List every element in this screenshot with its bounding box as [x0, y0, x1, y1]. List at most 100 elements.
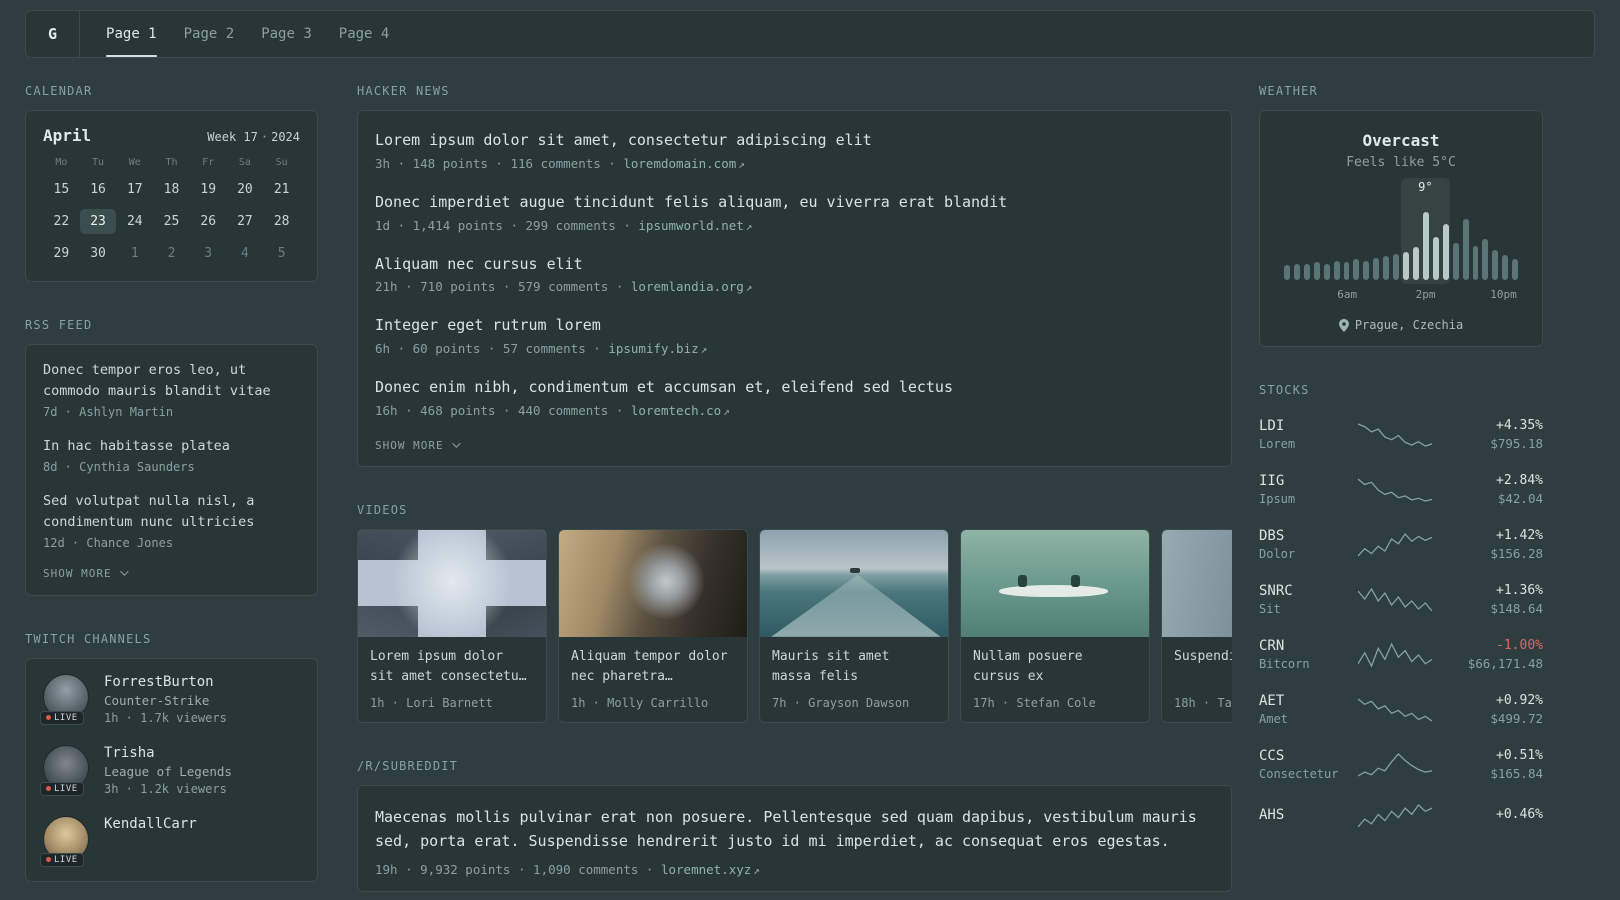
rss-item[interactable]: Donec tempor eros leo, ut commodo mauris…: [43, 360, 300, 419]
stock-row[interactable]: IIG Ipsum +2.84% $42.04: [1259, 462, 1543, 517]
video-card[interactable]: Lorem ipsum dolor sit amet consectetu… 1…: [357, 528, 547, 724]
video-thumbnail[interactable]: [961, 529, 1149, 637]
hn-show-more-button[interactable]: SHOW MORE: [375, 439, 1214, 452]
weather-axis: 6am 2pm 10pm: [1284, 288, 1518, 302]
hn-item-title[interactable]: Integer eget rutrum lorem: [375, 315, 1214, 337]
video-thumbnail[interactable]: [1162, 529, 1232, 637]
video-card[interactable]: Mauris sit amet massa felis 7h · Grayson…: [759, 528, 949, 724]
video-title[interactable]: Suspendisse diam: [1174, 647, 1232, 687]
hn-domain-link[interactable]: loremlandia.org: [631, 279, 744, 294]
twitch-channel-name[interactable]: KendallCarr: [104, 816, 197, 832]
hn-item-title[interactable]: Lorem ipsum dolor sit amet, consectetur …: [375, 130, 1214, 152]
hn-item-meta: 6h · 60 points · 57 comments · ipsumify.…: [375, 341, 1214, 356]
subreddit-post[interactable]: Maecenas mollis pulvinar erat non posuer…: [375, 805, 1214, 877]
rss-show-more-button[interactable]: SHOW MORE: [43, 567, 300, 580]
hn-item-title[interactable]: Donec enim nibh, condimentum et accumsan…: [375, 377, 1214, 399]
subreddit-post-meta: 19h · 9,932 points · 1,090 comments · lo…: [375, 862, 1214, 877]
live-label: LIVE: [54, 712, 78, 723]
twitch-channel-row[interactable]: LIVE KendallCarr: [40, 815, 300, 867]
tab-page-3[interactable]: Page 3: [261, 11, 312, 57]
location-pin-icon: [1338, 318, 1349, 332]
stock-symbol[interactable]: AHS: [1259, 807, 1347, 823]
hn-item-title[interactable]: Donec imperdiet augue tincidunt felis al…: [375, 192, 1214, 214]
stock-row[interactable]: SNRC Sit +1.36% $148.64: [1259, 572, 1543, 627]
stock-row[interactable]: CCS Consectetur +0.51% $165.84: [1259, 737, 1543, 792]
stock-sparkline: [1347, 477, 1443, 503]
twitch-channel-name[interactable]: Trisha: [104, 745, 232, 761]
video-title[interactable]: Nullam posuere cursus ex: [973, 647, 1137, 687]
rss-item[interactable]: Sed volutpat nulla nisl, a condimentum n…: [43, 491, 300, 550]
hacker-news-widget: HACKER NEWS Lorem ipsum dolor sit amet, …: [357, 84, 1232, 467]
hn-item[interactable]: Donec enim nibh, condimentum et accumsan…: [375, 377, 1214, 418]
video-thumbnail[interactable]: [358, 529, 546, 637]
day-header: Sa: [238, 157, 251, 168]
calendar-day: 24: [126, 214, 143, 229]
app-logo[interactable]: G: [48, 25, 57, 43]
calendar-day: 19: [200, 182, 217, 197]
video-card[interactable]: Suspendisse diam 18h · Tara: [1161, 528, 1232, 724]
calendar-day: 21: [273, 182, 290, 197]
rss-item-title[interactable]: Sed volutpat nulla nisl, a condimentum n…: [43, 491, 300, 533]
video-title[interactable]: Mauris sit amet massa felis: [772, 647, 936, 687]
twitch-channel-info: Trisha League of Legends 3h · 1.2k viewe…: [104, 745, 232, 796]
hn-item[interactable]: Lorem ipsum dolor sit amet, consectetur …: [375, 130, 1214, 171]
hn-item[interactable]: Aliquam nec cursus elit 21h · 710 points…: [375, 254, 1214, 295]
stock-symbol[interactable]: DBS: [1259, 528, 1347, 544]
day-header: Fr: [202, 157, 215, 168]
stock-change: -1.00%: [1496, 638, 1543, 653]
hn-domain-link[interactable]: ipsumworld.net: [638, 218, 743, 233]
video-thumbnail[interactable]: [559, 529, 747, 637]
calendar-widget: CALENDAR April Week 17 · 2024 Mo Tu We Th …: [25, 84, 318, 282]
subreddit-domain-link[interactable]: loremnet.xyz: [661, 862, 751, 877]
video-card[interactable]: Aliquam tempor dolor nec pharetra… 1h · …: [558, 528, 748, 724]
hn-item-title[interactable]: Aliquam nec cursus elit: [375, 254, 1214, 276]
hn-domain-link[interactable]: loremtech.co: [631, 403, 721, 418]
stock-symbol[interactable]: SNRC: [1259, 583, 1347, 599]
stock-row[interactable]: AET Amet +0.92% $499.72: [1259, 682, 1543, 737]
rss-item[interactable]: In hac habitasse platea 8d · Cynthia Sau…: [43, 436, 300, 474]
day-header: Su: [275, 157, 288, 168]
stock-symbol[interactable]: IIG: [1259, 473, 1347, 489]
hn-item[interactable]: Integer eget rutrum lorem 6h · 60 points…: [375, 315, 1214, 356]
video-title[interactable]: Lorem ipsum dolor sit amet consectetu…: [370, 647, 534, 687]
video-meta: 7h · Grayson Dawson: [772, 696, 910, 711]
hn-domain-link[interactable]: ipsumify.biz: [608, 341, 698, 356]
stock-row[interactable]: AHS +0.46%: [1259, 792, 1543, 840]
stock-sparkline: [1347, 752, 1443, 778]
live-dot-icon: [46, 715, 51, 721]
middle-column: HACKER NEWS Lorem ipsum dolor sit amet, …: [357, 84, 1232, 900]
stock-symbol[interactable]: LDI: [1259, 418, 1347, 434]
stock-id: CCS Consectetur: [1259, 748, 1347, 781]
video-title[interactable]: Aliquam tempor dolor nec pharetra…: [571, 647, 735, 687]
show-more-label: SHOW MORE: [43, 566, 112, 580]
twitch-channel-row[interactable]: LIVE Trisha League of Legends 3h · 1.2k …: [40, 744, 300, 796]
tab-page-1[interactable]: Page 1: [106, 11, 157, 57]
rss-item-title[interactable]: Donec tempor eros leo, ut commodo mauris…: [43, 360, 300, 402]
video-card[interactable]: Nullam posuere cursus ex 17h · Stefan Co…: [960, 528, 1150, 724]
stock-symbol[interactable]: CCS: [1259, 748, 1347, 764]
rss-item-title[interactable]: In hac habitasse platea: [43, 436, 300, 457]
tab-page-4[interactable]: Page 4: [339, 11, 390, 57]
video-meta: 1h · Lori Barnett: [370, 696, 493, 711]
weather-bar: [1333, 260, 1340, 280]
twitch-channel-row[interactable]: LIVE ForrestBurton Counter-Strike 1h · 1…: [40, 673, 300, 725]
subreddit-post-title[interactable]: Maecenas mollis pulvinar erat non posuer…: [375, 805, 1214, 853]
stock-symbol[interactable]: CRN: [1259, 638, 1347, 654]
stock-row[interactable]: DBS Dolor +1.42% $156.28: [1259, 517, 1543, 572]
stock-values: +0.51% $165.84: [1443, 748, 1543, 781]
weather-bar: [1412, 247, 1419, 280]
video-thumbnail[interactable]: [760, 529, 948, 637]
twitch-channel-info: ForrestBurton Counter-Strike 1h · 1.7k v…: [104, 674, 227, 725]
stock-values: +4.35% $795.18: [1443, 418, 1543, 451]
divider: [79, 11, 81, 57]
twitch-channel-name[interactable]: ForrestBurton: [104, 674, 227, 690]
stock-row[interactable]: LDI Lorem +4.35% $795.18: [1259, 407, 1543, 462]
stock-values: +0.92% $499.72: [1443, 693, 1543, 726]
stock-row[interactable]: CRN Bitcorn -1.00% $66,171.48: [1259, 627, 1543, 682]
external-link-icon: ↗: [753, 864, 760, 878]
tab-page-2[interactable]: Page 2: [184, 11, 235, 57]
hn-domain-link[interactable]: loremdomain.com: [623, 156, 736, 171]
weather-bar: [1462, 219, 1469, 280]
hn-item[interactable]: Donec imperdiet augue tincidunt felis al…: [375, 192, 1214, 233]
stock-symbol[interactable]: AET: [1259, 693, 1347, 709]
